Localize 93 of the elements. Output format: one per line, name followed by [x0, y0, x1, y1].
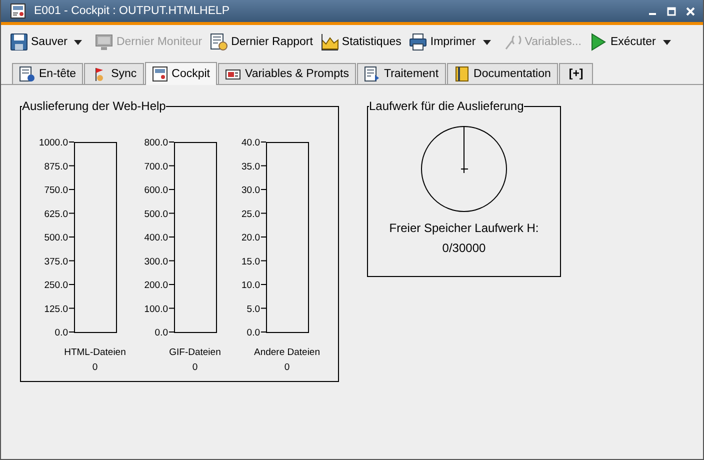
axis-tick: 750.0: [44, 185, 74, 196]
y-tick-label: 375.0: [44, 256, 68, 268]
axis-tick: 625.0: [44, 208, 74, 220]
gauge-count: 0: [92, 362, 98, 373]
tab[interactable]: Variables & Prompts: [218, 63, 356, 84]
gauge-count: 0: [284, 362, 290, 373]
tab[interactable]: Documentation: [446, 63, 558, 84]
cockpit-icon: [152, 66, 168, 82]
axis-tick: 5.0: [246, 304, 266, 315]
tab[interactable]: Traitement: [356, 63, 446, 84]
y-tick-label: 700.0: [144, 161, 168, 172]
y-tick-label: 35.0: [242, 161, 260, 172]
y-tick-label: 250.0: [44, 280, 68, 291]
axis-tick: 800.0: [144, 138, 174, 148]
play-icon: [589, 33, 608, 51]
axis-tick: 40.0: [242, 138, 266, 148]
free-space-label: Freier Speicher Laufwerk H:: [389, 221, 539, 235]
axis-tick: 375.0: [44, 256, 74, 268]
axis-tick: 20.0: [242, 232, 266, 244]
y-tick-label: 875.0: [44, 161, 68, 172]
printer-icon: [409, 33, 428, 51]
axis-tick: 15.0: [242, 256, 266, 268]
maximize-icon[interactable]: [667, 6, 676, 16]
axis-tick: 0.0: [246, 328, 266, 338]
y-tick-label: 750.0: [44, 185, 68, 196]
toolbar-button[interactable]: Statistiques: [318, 31, 404, 53]
y-tick-label: 0.0: [54, 328, 68, 338]
gauge-label: Andere Dateien: [254, 347, 320, 358]
axis-tick: 500.0: [144, 208, 174, 220]
axis-tick: 100.0: [144, 304, 174, 315]
gauge-label: HTML-Dateien: [64, 347, 126, 358]
y-tick-label: 500.0: [44, 232, 68, 244]
y-tick-label: 200.0: [144, 280, 168, 291]
close-icon[interactable]: [686, 6, 695, 16]
y-tick-label: 400.0: [144, 232, 168, 244]
y-tick-label: 40.0: [242, 138, 260, 148]
axis-tick: 30.0: [242, 185, 266, 196]
tab[interactable]: Sync: [84, 63, 144, 84]
gauge-count: 0: [192, 362, 198, 373]
monitor-icon: [95, 33, 114, 51]
axis-tick: 1000.0: [38, 138, 74, 148]
report-icon: [210, 33, 228, 51]
y-tick-label: 5.0: [246, 304, 260, 315]
panel-title: Auslieferung der Web-Help: [22, 99, 166, 113]
y-tick-label: 625.0: [44, 208, 68, 220]
dropdown-arrow-icon[interactable]: [662, 40, 671, 44]
variables-icon: [504, 33, 522, 51]
axis-tick: 875.0: [44, 161, 74, 172]
y-tick-label: 500.0: [144, 208, 168, 220]
tab[interactable]: En-tête: [12, 63, 84, 84]
gauge-label: GIF-Dateien: [169, 347, 221, 358]
toolbar-button[interactable]: Dernier Rapport: [207, 31, 316, 53]
y-tick-label: 300.0: [144, 256, 168, 268]
y-tick-label: 1000.0: [38, 138, 68, 148]
panel-title: Laufwerk für die Auslieferung: [369, 99, 524, 113]
axis-tick: 250.0: [44, 280, 74, 291]
chart-icon: [320, 33, 339, 51]
y-tick-label: 15.0: [242, 256, 260, 268]
dropdown-arrow-icon[interactable]: [74, 40, 82, 44]
axis-tick: 500.0: [44, 232, 74, 244]
y-tick-label: 125.0: [44, 304, 68, 315]
axis-tick: 700.0: [144, 161, 174, 172]
axis-tick: 600.0: [144, 185, 174, 196]
tab[interactable]: [+]: [558, 63, 594, 84]
free-space-reading: 0/30000: [442, 241, 486, 255]
y-tick-label: 25.0: [242, 208, 260, 220]
y-tick-label: 20.0: [242, 232, 260, 244]
tab[interactable]: Cockpit: [144, 62, 218, 85]
window-title: E001 - Cockpit : OUTPUT.HTMLHELP: [34, 5, 231, 17]
dropdown-arrow-icon[interactable]: [482, 40, 491, 44]
toolbar-button[interactable]: Sauver: [7, 31, 70, 53]
app-icon: [10, 3, 26, 19]
axis-tick: 400.0: [144, 232, 174, 244]
y-tick-label: 10.0: [242, 280, 260, 291]
y-tick-label: 30.0: [242, 185, 260, 196]
toolbar-button[interactable]: Exécuter: [586, 31, 659, 53]
axis-tick: 0.0: [154, 328, 174, 338]
axis-tick: 35.0: [242, 161, 266, 172]
document-arrow-icon: [364, 66, 380, 82]
y-tick-label: 0.0: [246, 328, 260, 338]
axis-tick: 300.0: [144, 256, 174, 268]
y-tick-label: 0.0: [154, 328, 168, 338]
y-tick-label: 100.0: [144, 304, 168, 315]
axis-tick: 25.0: [242, 208, 266, 220]
y-tick-label: 600.0: [144, 185, 168, 196]
document-info-icon: [19, 66, 35, 82]
axis-tick: 125.0: [44, 304, 74, 315]
toolbar-button[interactable]: Imprimer: [406, 31, 479, 53]
axis-tick: 0.0: [54, 328, 74, 338]
y-tick-label: 800.0: [144, 138, 168, 148]
book-icon: [454, 66, 470, 82]
axis-tick: 10.0: [242, 280, 266, 291]
axis-tick: 200.0: [144, 280, 174, 291]
